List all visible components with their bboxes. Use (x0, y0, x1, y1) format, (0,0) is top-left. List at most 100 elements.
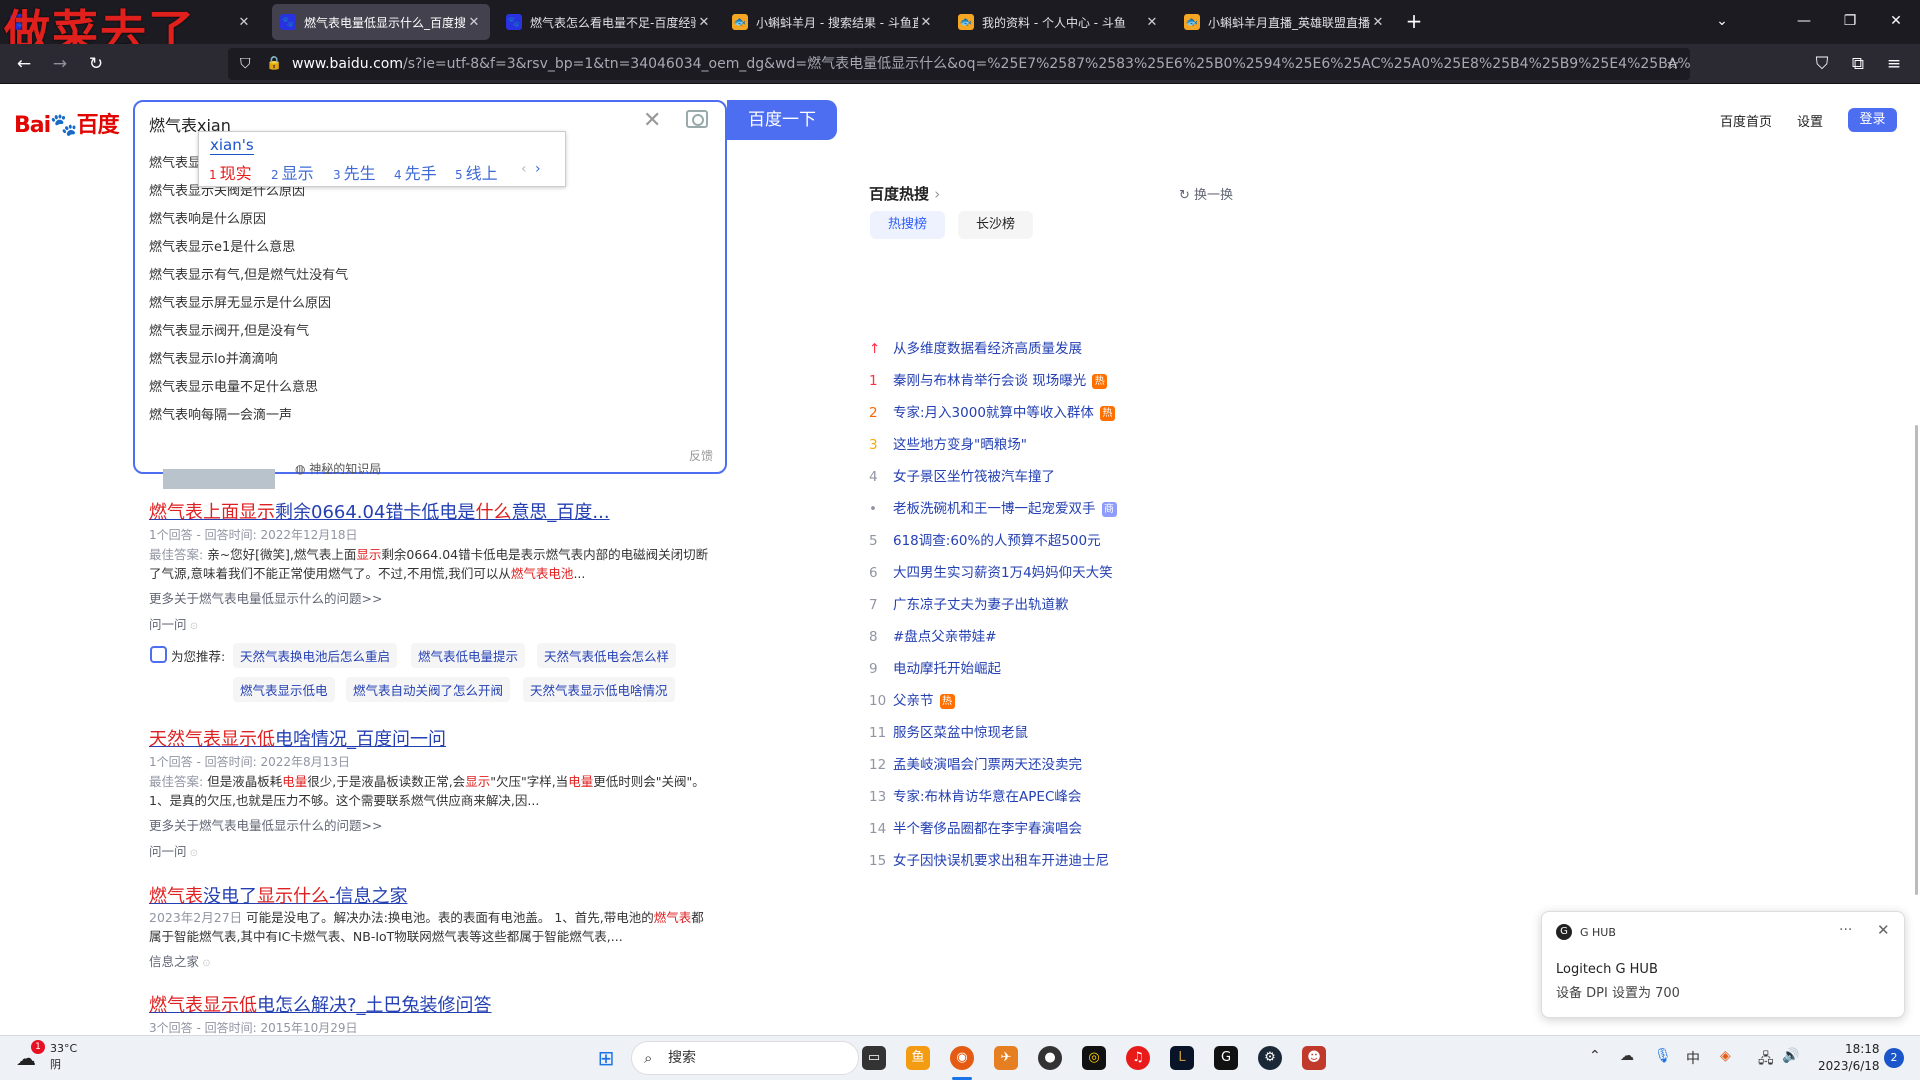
close-icon[interactable]: ✕ (1144, 15, 1160, 30)
camera-icon[interactable] (686, 110, 708, 128)
recommend-item[interactable]: 天然气表换电池后怎么重启 (233, 643, 398, 668)
hot-list-item[interactable]: 13 专家:布林肯访华意在APEC峰会 (869, 785, 1081, 805)
hot-list-item[interactable]: ↑ 从多维度数据看经济高质量发展 (869, 337, 1082, 357)
suggestion-item[interactable]: 燃气表显示有气,但是燃气灶没有气 (149, 264, 348, 283)
shield-icon[interactable]: ⛉ (240, 48, 251, 80)
extensions-icon[interactable]: ⧉ (1844, 50, 1872, 78)
ime-candidate[interactable]: 4 先手 (394, 160, 437, 184)
hot-list-item[interactable]: 7 广东凉子丈夫为妻子出轨道歉 (869, 593, 1069, 613)
app-tray-icon[interactable]: ◈ (1720, 1048, 1731, 1064)
bookmark-star-icon[interactable]: ☆ (1659, 50, 1687, 78)
more-icon[interactable]: ··· (1839, 922, 1852, 938)
recommend-item[interactable]: 天然气表低电会怎么样 (537, 643, 677, 668)
close-icon[interactable]: ✕ (466, 15, 482, 30)
new-tab-button[interactable]: + (1400, 8, 1428, 34)
result-thumbnail[interactable] (163, 469, 275, 489)
result-title-4[interactable]: 燃气表显示低电怎么解决?_土巴兔装修问答 (149, 991, 492, 1017)
result-source[interactable]: 问一问 (149, 614, 198, 633)
close-icon[interactable]: ✕ (236, 15, 252, 30)
close-icon[interactable]: ✕ (696, 15, 712, 30)
close-icon[interactable]: ✕ (1877, 921, 1890, 939)
ime-next-icon[interactable]: › (535, 161, 541, 177)
app-douyu-icon[interactable]: 鱼 (906, 1046, 930, 1070)
close-window-button[interactable]: ✕ (1882, 8, 1910, 34)
league-client-icon[interactable]: L (1170, 1046, 1194, 1070)
page-scrollbar[interactable] (1915, 425, 1918, 895)
tab-list-chevron-icon[interactable]: ⌄ (1708, 8, 1736, 34)
restore-button[interactable]: ❐ (1836, 8, 1864, 34)
clock[interactable]: 18:18 2023/6/18 (1818, 1041, 1880, 1075)
result-title-3[interactable]: 燃气表没电了显示什么-信息之家 (149, 882, 408, 908)
hot-list-item[interactable]: 12 孟美岐演唱会门票两天还没卖完 (869, 753, 1082, 773)
close-icon[interactable]: ✕ (918, 15, 934, 30)
suggestion-item[interactable]: 燃气表显示阀开,但是没有气 (149, 320, 309, 339)
steam-icon[interactable]: ⚙ (1258, 1046, 1282, 1070)
forward-button[interactable]: → (46, 50, 74, 78)
more-questions-link[interactable]: 更多关于燃气表电量低显示什么的问题>> (149, 815, 382, 834)
tab-5[interactable]: 🐟 小蝌蚪羊月直播_英雄联盟直播_斗鱼直播 ✕ (1176, 4, 1394, 40)
hot-list-item[interactable]: 3 这些地方变身"晒粮场" (869, 433, 1027, 453)
result-source[interactable]: 信息之家 (149, 951, 211, 970)
volume-icon[interactable]: 🔊 (1782, 1048, 1799, 1064)
ime-candidate[interactable]: 1 现实 (209, 160, 252, 184)
app-fish-icon[interactable]: ✈ (994, 1046, 1018, 1070)
minimize-button[interactable]: — (1790, 8, 1818, 34)
search-button[interactable]: 百度一下 (727, 100, 837, 140)
url-bar[interactable]: ⛉ 🔒 www.baidu.com/s?ie=utf-8&f=3&rsv_bp=… (228, 48, 1690, 80)
tab-2[interactable]: 🐾 燃气表怎么看电量不足-百度经验 ✕ (498, 4, 720, 40)
hot-list-title[interactable]: 百度热搜 › (869, 183, 940, 204)
firefox-icon[interactable]: ◉ (950, 1046, 974, 1070)
result-title-2[interactable]: 天然气表显示低电啥情况_百度问一问 (149, 725, 446, 751)
back-button[interactable]: ← (10, 50, 38, 78)
task-view-icon[interactable]: ▭ (862, 1046, 886, 1070)
baidu-home-link[interactable]: 百度首页 (1720, 111, 1772, 130)
refresh-link[interactable]: ↻ 换一换 (1179, 184, 1233, 203)
hot-list-item[interactable]: 15 女子因快误机要求出租车开进迪士尼 (869, 849, 1109, 869)
suggestion-item[interactable]: 燃气表显示e1是什么意思 (149, 236, 295, 255)
recommend-item[interactable]: 燃气表自动关阀了怎么开阀 (346, 677, 511, 702)
netease-music-icon[interactable]: ♫ (1126, 1046, 1150, 1070)
author-label[interactable]: ◍ 神秘的知识局 (295, 460, 381, 477)
result-title-1[interactable]: 燃气表上面显示剩余0664.04错卡低电是什么意思_百度... (149, 498, 610, 524)
hot-list-item[interactable]: 5 618调查:60%的人预算不超500元 (869, 529, 1101, 549)
hot-list-item[interactable]: 2 专家:月入3000就算中等收入群体热 (869, 401, 1115, 421)
hot-list-item[interactable]: • 老板洗碗机和王一博一起宠爱双手商 (869, 497, 1117, 517)
hot-list-item[interactable]: 10 父亲节热 (869, 689, 955, 709)
clear-icon[interactable]: ✕ (643, 108, 661, 133)
ime-candidate[interactable]: 2 显示 (271, 160, 314, 184)
hot-list-item[interactable]: 9 电动摩托开始崛起 (869, 657, 1001, 677)
suggestion-item[interactable]: 燃气表显示lo并滴滴响 (149, 348, 278, 367)
hot-list-item[interactable]: 6 大四男生实习薪资1万4妈妈仰天大笑 (869, 561, 1113, 581)
recommend-item[interactable]: 燃气表低电量提示 (411, 643, 526, 668)
login-button[interactable]: 登录 (1848, 108, 1897, 132)
ghub-taskbar-icon[interactable]: G (1214, 1046, 1238, 1070)
suggestion-item[interactable]: 燃气表响是什么原因 (149, 208, 266, 227)
notification-count[interactable]: 2 (1884, 1048, 1904, 1068)
result-source[interactable]: 问一问 (149, 841, 198, 860)
recommend-item[interactable]: 燃气表显示低电 (233, 677, 335, 702)
obs-icon[interactable]: ● (1038, 1046, 1062, 1070)
weather-widget[interactable]: 33°C 阴 (50, 1041, 77, 1073)
settings-link[interactable]: 设置 (1797, 111, 1823, 130)
tab-1[interactable]: 🐾 燃气表电量低显示什么_百度搜索 ✕ (272, 4, 490, 40)
reload-button[interactable]: ↻ (82, 50, 110, 78)
onedrive-icon[interactable]: ☁ (1620, 1048, 1634, 1064)
close-icon[interactable]: ✕ (1370, 15, 1386, 30)
chevron-up-icon[interactable]: ⌃ (1589, 1048, 1601, 1064)
app-yellow-icon[interactable]: ◎ (1082, 1046, 1106, 1070)
suggestion-item[interactable]: 燃气表响每隔一会滴一声 (149, 404, 292, 423)
tab-hot[interactable]: 热搜榜 (870, 211, 946, 239)
hot-list-item[interactable]: 14 半个奢侈品圈都在李宇春演唱会 (869, 817, 1082, 837)
hot-list-item[interactable]: 11 服务区菜盆中惊现老鼠 (869, 721, 1028, 741)
windows-start-icon[interactable]: ⊞ (594, 1046, 618, 1070)
taskbar-search[interactable]: ⌕ 搜索 (631, 1041, 859, 1075)
tab-4[interactable]: 🐟 我的资料 - 个人中心 - 斗鱼 ✕ (950, 4, 1168, 40)
more-questions-link[interactable]: 更多关于燃气表电量低显示什么的问题>> (149, 588, 382, 607)
pocket-icon[interactable]: ⛉ (1808, 50, 1836, 78)
menu-icon[interactable]: ≡ (1880, 50, 1908, 78)
microphone-icon[interactable]: 🎙 (1654, 1048, 1672, 1064)
suggestion-item[interactable]: 燃气表显示屏无显示是什么原因 (149, 292, 331, 311)
input-method-icon[interactable]: 中 (1686, 1048, 1700, 1068)
hot-list-item[interactable]: 4 女子景区坐竹筏被汽车撞了 (869, 465, 1055, 485)
hot-list-item[interactable]: 8 #盘点父亲带娃# (869, 625, 997, 645)
